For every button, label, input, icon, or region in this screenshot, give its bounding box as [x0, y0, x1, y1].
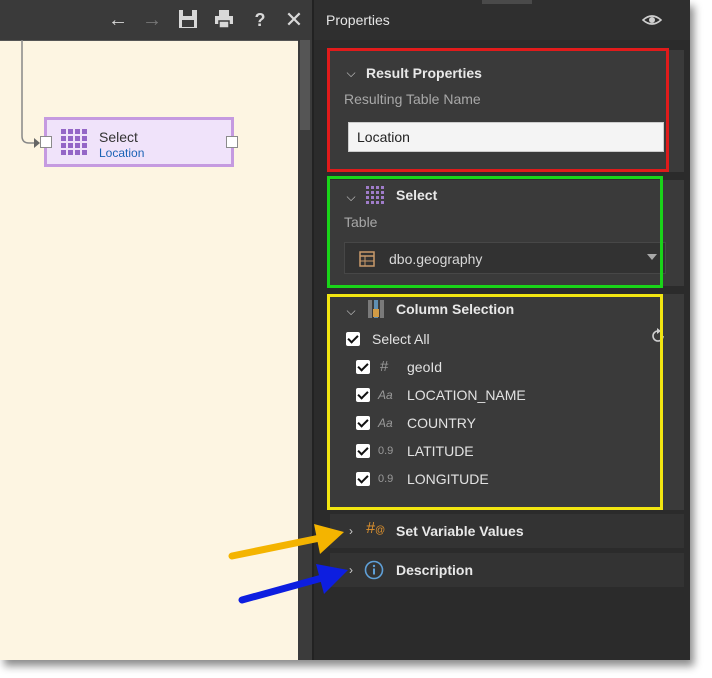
column-name: LOCATION_NAME [407, 387, 526, 403]
chevron-down-icon[interactable]: ⌵ [344, 304, 358, 318]
eye-icon[interactable] [642, 12, 662, 28]
orange-arrow-icon [228, 534, 324, 560]
node-output-port[interactable] [226, 136, 238, 148]
text-type-icon: Aa [378, 416, 393, 430]
text-type-icon: Aa [378, 388, 393, 402]
column-checkbox[interactable] [356, 360, 370, 374]
blue-arrow-head-icon [316, 564, 348, 594]
blue-arrow-icon [238, 574, 326, 604]
select-node[interactable]: Select Location [40, 117, 238, 167]
description-header[interactable]: Description [396, 560, 473, 580]
column-name: geoId [407, 359, 443, 375]
dropdown-arrow-icon[interactable] [647, 254, 657, 260]
panel-header: Properties [314, 0, 690, 40]
result-properties-section: ⌵ Result Properties Resulting Table Name [330, 50, 684, 172]
column-selection-section: ⌵ Column Selection Select All # geoId Aa… [330, 294, 684, 510]
help-icon[interactable]: ? [248, 8, 272, 32]
column-checkbox[interactable] [356, 472, 370, 486]
print-icon[interactable] [212, 8, 236, 32]
annotation-arrows [228, 524, 348, 604]
variable-icon: #@ [366, 520, 386, 537]
info-icon [364, 560, 384, 580]
select-section: ⌵ Select Table dbo.geography [330, 180, 684, 286]
decimal-type-icon: 0.9 [378, 445, 394, 457]
column-name: LATITUDE [407, 443, 474, 459]
node-subtitle: Location [99, 146, 145, 160]
table-dropdown[interactable]: dbo.geography [344, 242, 666, 274]
select-all-checkbox[interactable] [346, 332, 360, 346]
refresh-icon[interactable] [650, 328, 666, 344]
panel-title: Properties [326, 12, 390, 28]
node-input-port[interactable] [40, 136, 52, 148]
column-selection-header[interactable]: Column Selection [396, 299, 514, 319]
set-variable-values-section[interactable]: › #@ Set Variable Values [330, 514, 684, 548]
chevron-down-icon[interactable]: ⌵ [344, 66, 358, 80]
select-header[interactable]: Select [396, 185, 437, 205]
column-selection-icon [368, 300, 384, 318]
drag-handle[interactable] [482, 0, 532, 4]
table-grid-icon [61, 129, 87, 155]
canvas-toolbar: ← → ? ✕ [0, 0, 312, 41]
result-properties-header[interactable]: Result Properties [366, 63, 482, 83]
table-dropdown-value: dbo.geography [389, 251, 483, 267]
redo-icon[interactable]: → [140, 8, 164, 32]
table-label: Table [344, 214, 378, 230]
undo-icon[interactable]: ← [106, 8, 130, 32]
column-name: LONGITUDE [407, 471, 489, 487]
node-title: Select [99, 129, 138, 145]
numeric-type-icon: # [380, 358, 389, 375]
column-checkbox[interactable] [356, 416, 370, 430]
set-variable-values-header[interactable]: Set Variable Values [396, 521, 524, 541]
description-section[interactable]: › Description [330, 553, 684, 587]
app-window: ← → ? ✕ Select Location Properties ⌵ Res… [0, 0, 690, 660]
column-name: COUNTRY [407, 415, 476, 431]
table-grid-icon [366, 186, 384, 204]
close-icon[interactable]: ✕ [282, 8, 306, 32]
orange-arrow-head-icon [314, 524, 344, 554]
properties-panel: Properties ⌵ Result Properties Resulting… [312, 0, 690, 660]
save-icon[interactable] [176, 8, 200, 32]
column-checkbox[interactable] [356, 388, 370, 402]
select-all-label: Select All [372, 331, 430, 347]
database-table-icon [359, 251, 375, 267]
resulting-table-name-label: Resulting Table Name [344, 91, 481, 107]
column-checkbox[interactable] [356, 444, 370, 458]
resulting-table-name-input[interactable] [348, 122, 664, 152]
decimal-type-icon: 0.9 [378, 473, 394, 485]
scrollbar-thumb[interactable] [300, 40, 310, 130]
chevron-down-icon[interactable]: ⌵ [344, 190, 358, 204]
